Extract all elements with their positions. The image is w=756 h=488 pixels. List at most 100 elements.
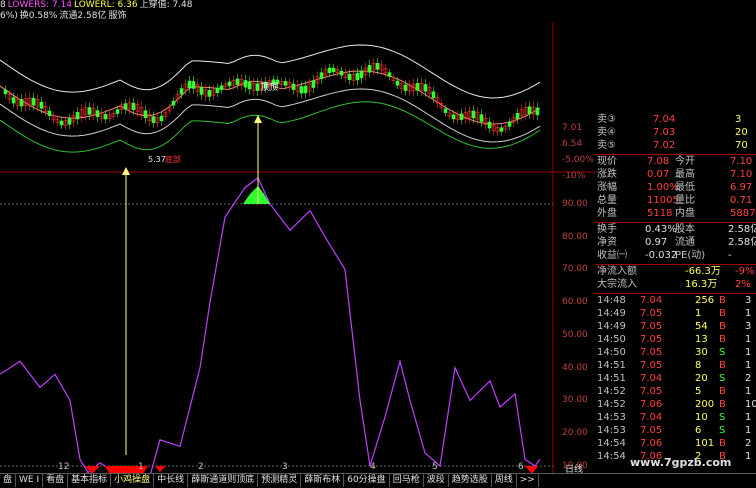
tick-time: 14:49: [597, 308, 626, 319]
indicator-tab[interactable]: 波段: [424, 474, 449, 487]
tick-count: 1: [745, 386, 752, 397]
tick-count: 1: [745, 412, 752, 423]
tick-row: 14:48 7.04 256 B 3: [595, 295, 756, 307]
stat-label: 股本: [675, 224, 695, 235]
tick-side: B: [719, 360, 726, 371]
indicator-tab[interactable]: 60分操盘: [344, 474, 390, 487]
candle-body: [415, 83, 420, 91]
indicator-tab[interactable]: 回马枪: [390, 474, 424, 487]
indicator-tab[interactable]: >>: [517, 474, 539, 487]
date-axis-label: 12: [58, 462, 70, 472]
stat-label: 总量: [597, 195, 617, 206]
indicator-axis-label: 40.00: [562, 362, 588, 373]
tick-row: 14:49 7.05 54 B 3: [595, 321, 756, 333]
tick-count: 3: [745, 321, 752, 332]
stat-label: 内盘: [675, 208, 695, 219]
quote-panel: 卖③ 7.04 3 卖④ 7.03 20 卖⑤ 7.02 70 现价 7.08 今开 7.10 涨跌 0.0…: [595, 112, 756, 477]
ask-volume: 3: [735, 114, 742, 125]
candle-body: [179, 88, 184, 95]
indicator-tab[interactable]: 中长线: [154, 474, 189, 487]
tick-count: 1: [745, 425, 752, 436]
tick-count: 1: [745, 334, 752, 345]
candle-body: [11, 97, 16, 104]
candle-body: [235, 78, 240, 85]
header-item: 服饰: [108, 11, 127, 21]
candle-body: [291, 83, 296, 90]
candle-body: [207, 90, 212, 97]
header-item: LOWERS: 7.14: [7, 0, 72, 10]
candle-body: [507, 121, 512, 127]
candle-body: [95, 110, 100, 117]
tick-row: 14:52 7.05 5 B 1: [595, 386, 756, 398]
ask-volume: 20: [735, 127, 748, 138]
indicator-tab[interactable]: 盘: [0, 474, 17, 487]
bottom-signal-area: [155, 466, 166, 472]
candle-body: [191, 81, 196, 89]
header-item: 6%): [0, 11, 18, 21]
indicator-line: [0, 176, 541, 477]
indicator-tab[interactable]: 趋势选股: [449, 474, 492, 487]
indicator-tab[interactable]: 小鸡操盘: [111, 474, 155, 487]
stat-label: 量比: [675, 195, 695, 206]
panel-divider: [595, 222, 756, 223]
candle-body: [375, 62, 380, 70]
tick-side: S: [719, 412, 726, 423]
stat-value: 6.97: [730, 182, 753, 193]
candle-body: [331, 67, 336, 73]
tick-volume: 10: [695, 412, 708, 423]
date-axis-label: 5: [432, 462, 438, 472]
ask-price: 7.02: [653, 140, 676, 151]
candle-body: [459, 113, 464, 120]
tick-side: B: [719, 295, 726, 306]
stat-value: 7.10: [730, 169, 753, 180]
stat-label: 收益㈠: [597, 250, 627, 261]
indicator-tab[interactable]: 基本指标: [68, 474, 112, 487]
ask-label: 卖④: [597, 127, 616, 138]
date-axis-label: 1: [138, 462, 144, 472]
indicator-axis-label: 70.00: [562, 264, 588, 275]
tick-row: 14:51 7.04 20 S 2: [595, 373, 756, 385]
candle-body: [3, 89, 8, 95]
tick-price: 7.05: [640, 347, 663, 358]
indicator-tab[interactable]: WE I: [16, 474, 44, 487]
candle-body: [115, 109, 120, 114]
tick-time: 14:54: [597, 438, 626, 449]
main-chart[interactable]: 顶顶 5.37 底部 ××××××: [0, 22, 595, 477]
candle-body: [347, 73, 352, 81]
stat-value: 0.71: [730, 195, 753, 206]
indicator-tab[interactable]: 薛斯布林: [301, 474, 345, 487]
tick-row: 14:53 7.05 6 S 1: [595, 425, 756, 437]
indicator-tab[interactable]: 薛斯通道则顶底: [188, 474, 259, 487]
stat-label: 净资: [597, 237, 617, 248]
indicator-tab[interactable]: 周线: [492, 474, 517, 487]
tick-price: 7.05: [640, 386, 663, 397]
tick-price: 7.06: [640, 438, 663, 449]
candle-body: [499, 127, 504, 132]
tick-price: 7.04: [640, 412, 663, 423]
candle-body: [187, 80, 192, 89]
header-line-1: 8 LOWERS: 7.14 LOWERL: 6.36 上穿值: 7.48: [0, 0, 560, 11]
indicator-axis-label: 90.00: [562, 199, 588, 209]
tick-count: 1: [745, 451, 752, 462]
header-item: 上穿值: 7.48: [139, 0, 193, 10]
indicator-tab[interactable]: 看盘: [43, 474, 69, 487]
header-line-2: 6%) 换0.58% 流通2.58亿 服饰: [0, 11, 560, 22]
price-axis-label: 6.54: [562, 139, 583, 149]
stat-value: 0.97: [645, 237, 668, 248]
tick-count: 1: [745, 347, 752, 358]
tick-side: B: [719, 438, 726, 449]
candle-body: [367, 65, 372, 73]
tick-time: 14:53: [597, 425, 626, 436]
tick-time: 14:48: [597, 295, 626, 306]
stat-value: 2.58亿: [728, 224, 756, 235]
flow-percent: -9%: [735, 266, 755, 277]
candle-body: [243, 80, 248, 88]
indicator-tab[interactable]: 预测精灵: [258, 474, 302, 487]
candle-body: [327, 67, 332, 73]
tick-volume: 6: [695, 425, 702, 436]
flow-label: 净流入额: [597, 266, 637, 277]
stat-label: PE(动): [675, 250, 706, 261]
stat-label: 涨幅: [597, 182, 617, 193]
tick-time: 14:52: [597, 386, 626, 397]
candle-body: [151, 116, 156, 123]
